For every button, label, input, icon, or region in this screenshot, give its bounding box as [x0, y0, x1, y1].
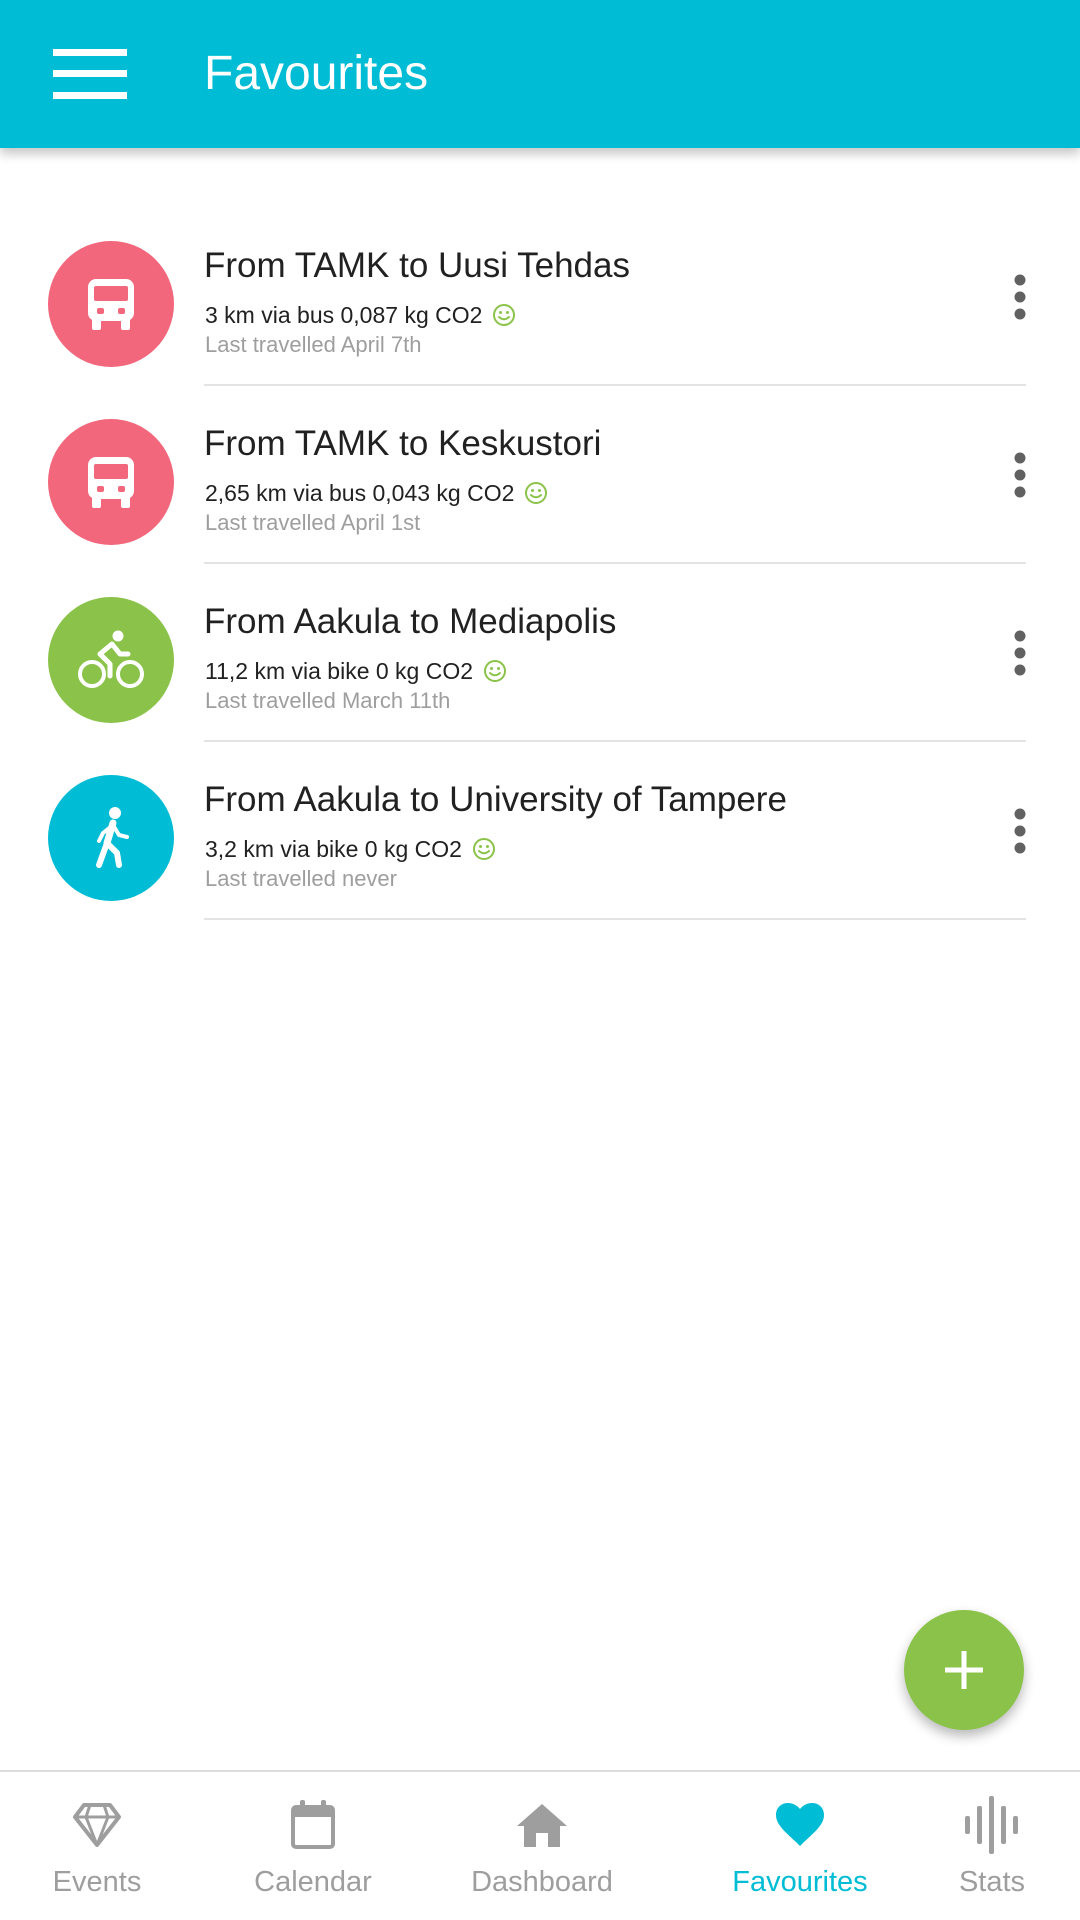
route-title: From TAMK to Keskustori	[204, 424, 602, 463]
bus-icon	[88, 279, 134, 330]
favourite-item[interactable]: From TAMK to Keskustori 2,65 km via bus …	[0, 386, 1080, 564]
walking-icon	[96, 807, 129, 868]
bottom-navigation: Events Calendar Dashboard Favourites Sta…	[0, 1770, 1080, 1920]
last-travelled: Last travelled April 1st	[205, 510, 421, 535]
route-details-text: 3 km via bus 0,087 kg CO2	[205, 302, 483, 328]
route-details: 2,65 km via bus 0,043 kg CO2	[205, 478, 548, 508]
app-screen: Favourites From TAMK to Uusi Tehdas 3 km…	[0, 0, 1080, 1920]
home-icon	[517, 1804, 567, 1847]
last-travelled: Last travelled never	[205, 866, 397, 891]
route-details-text: 2,65 km via bus 0,043 kg CO2	[205, 480, 515, 506]
app-bar: Favourites	[0, 0, 1080, 148]
page-title: Favourites	[204, 47, 429, 100]
nav-favourites-label: Favourites	[732, 1866, 868, 1898]
favourite-item[interactable]: From Aakula to Mediapolis 11,2 km via bi…	[0, 564, 1080, 742]
more-options-button[interactable]	[998, 253, 1042, 341]
more-vert-icon	[1014, 274, 1026, 320]
calendar-icon	[291, 1800, 335, 1849]
nav-dashboard[interactable]: Dashboard	[452, 1772, 632, 1920]
nav-calendar[interactable]: Calendar	[228, 1772, 398, 1920]
nav-favourites[interactable]: Favourites	[712, 1772, 888, 1920]
plus-icon	[945, 1651, 983, 1689]
route-avatar	[48, 419, 174, 545]
nav-stats[interactable]: Stats	[932, 1772, 1052, 1920]
route-avatar	[48, 597, 174, 723]
smiley-icon	[472, 837, 496, 861]
more-vert-icon	[1014, 452, 1026, 498]
add-favourite-button[interactable]	[904, 1610, 1024, 1730]
route-avatar	[48, 775, 174, 901]
stats-bars-icon	[965, 1796, 1018, 1854]
smiley-icon	[524, 481, 548, 505]
route-title: From Aakula to University of Tampere	[204, 780, 787, 819]
more-options-button[interactable]	[998, 609, 1042, 697]
bicycle-icon	[78, 630, 144, 688]
route-title: From Aakula to Mediapolis	[204, 602, 617, 641]
route-details: 11,2 km via bike 0 kg CO2	[205, 656, 507, 686]
last-travelled: Last travelled April 7th	[205, 332, 422, 357]
heart-icon	[776, 1803, 824, 1846]
route-details-text: 11,2 km via bike 0 kg CO2	[205, 658, 474, 684]
nav-events[interactable]: Events	[22, 1772, 172, 1920]
diamond-icon	[73, 1803, 121, 1847]
divider	[204, 918, 1026, 920]
more-options-button[interactable]	[998, 431, 1042, 519]
smiley-icon	[483, 659, 507, 683]
favourite-item[interactable]: From Aakula to University of Tampere 3,2…	[0, 742, 1080, 920]
route-details: 3,2 km via bike 0 kg CO2	[205, 834, 496, 864]
route-details: 3 km via bus 0,087 kg CO2	[205, 300, 516, 330]
last-travelled: Last travelled March 11th	[205, 688, 451, 713]
nav-stats-label: Stats	[958, 1866, 1026, 1898]
nav-dashboard-label: Dashboard	[471, 1866, 613, 1898]
menu-button[interactable]	[30, 30, 150, 118]
route-avatar	[48, 241, 174, 367]
hamburger-menu-icon	[53, 49, 127, 99]
route-details-text: 3,2 km via bike 0 kg CO2	[205, 836, 462, 862]
favourites-list: From TAMK to Uusi Tehdas 3 km via bus 0,…	[0, 208, 1080, 920]
nav-calendar-label: Calendar	[254, 1866, 372, 1898]
route-title: From TAMK to Uusi Tehdas	[204, 246, 630, 285]
bus-icon	[88, 457, 134, 508]
more-vert-icon	[1014, 808, 1026, 854]
smiley-icon	[492, 303, 516, 327]
nav-events-label: Events	[52, 1866, 142, 1898]
more-vert-icon	[1014, 630, 1026, 676]
more-options-button[interactable]	[998, 787, 1042, 875]
favourite-item[interactable]: From TAMK to Uusi Tehdas 3 km via bus 0,…	[0, 208, 1080, 386]
